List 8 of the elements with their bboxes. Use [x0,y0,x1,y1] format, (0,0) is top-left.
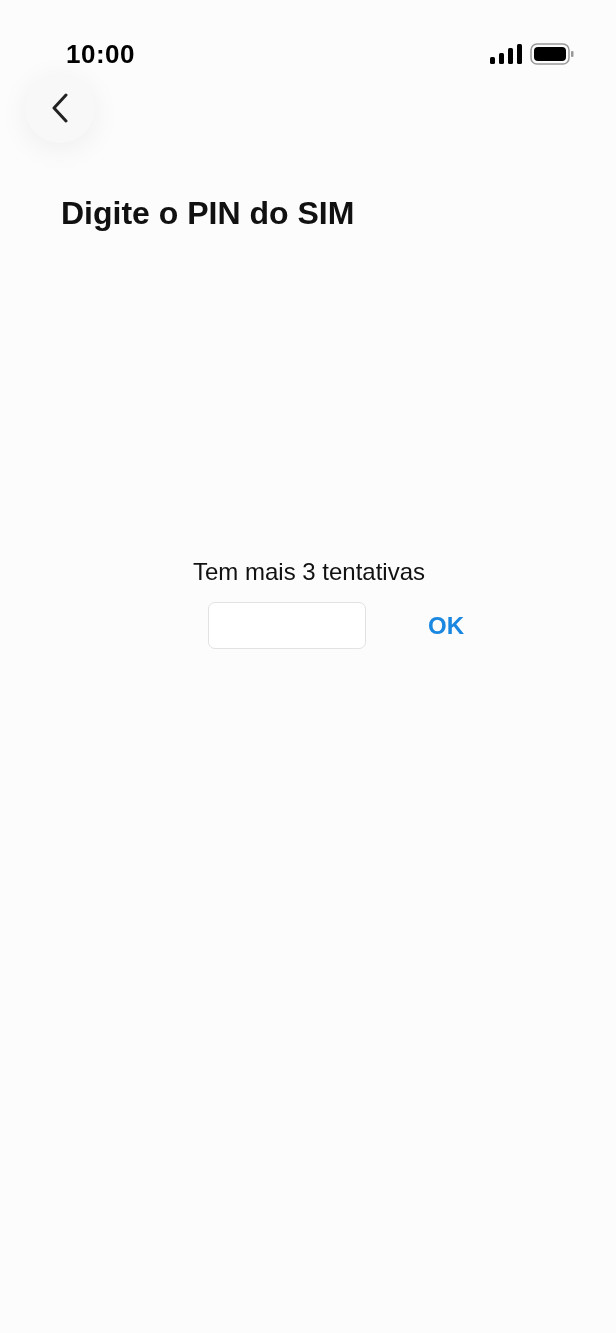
attempts-message: Tem mais 3 tentativas [192,558,426,586]
signal-icon [490,44,522,64]
pin-input-field[interactable] [208,602,366,649]
page-title: Digite o PIN do SIM [61,195,356,232]
battery-icon [530,43,574,65]
ok-button[interactable]: OK [424,607,468,644]
back-chevron-icon [51,93,69,123]
status-time: 10:00 [66,38,135,70]
